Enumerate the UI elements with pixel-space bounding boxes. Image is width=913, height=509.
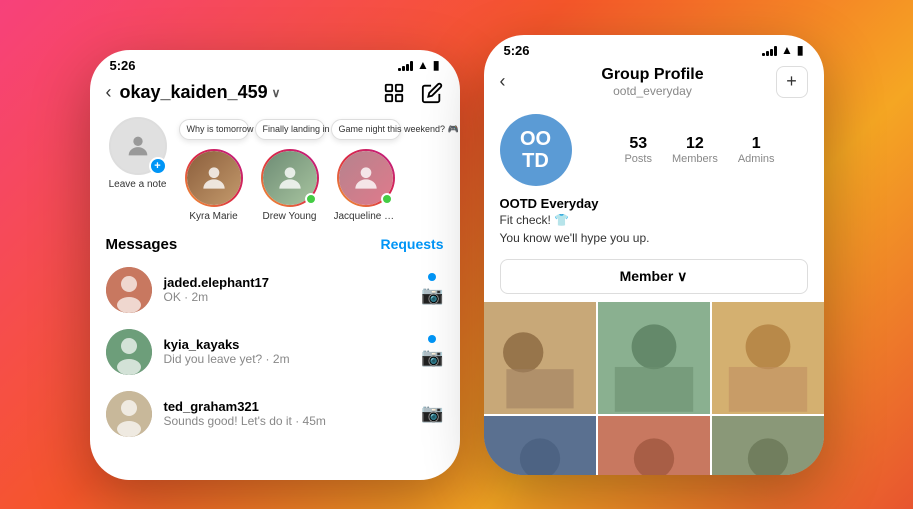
unread-dot-kyia (428, 335, 436, 343)
photo-cell-3[interactable] (712, 302, 824, 414)
photo-cell-5[interactable] (598, 416, 710, 475)
self-avatar-wrap: + (109, 117, 167, 175)
battery-icon-right: ▮ (797, 43, 804, 57)
message-username-kyia: kyia_kayaks (164, 337, 410, 352)
group-stats: 53 Posts 12 Members 1 Admins (592, 135, 808, 165)
photo-cell-2[interactable] (598, 302, 710, 414)
time-left: 5:26 (110, 58, 136, 73)
stat-admins-label: Admins (738, 153, 775, 165)
stat-members-label: Members (672, 153, 718, 165)
stat-posts-label: Posts (624, 153, 652, 165)
message-item-ted[interactable]: ted_graham321 Sounds good! Let's do it ·… (90, 383, 460, 445)
group-description: OOTD Everyday Fit check! 👕 You know we'l… (484, 186, 824, 253)
group-bio: Fit check! 👕 You know we'll hype you up. (500, 211, 808, 247)
kyra-avatar (185, 149, 243, 207)
right-phone: 5:26 ▲ ▮ ‹ Group Profile ootd_everyday +… (484, 35, 824, 475)
left-header: ‹ okay_kaiden_459 ∨ (90, 77, 460, 113)
story-item-drew[interactable]: Finally landing in NYC! 🤍 Drew Young (258, 117, 322, 222)
unread-dot-jaded (428, 273, 436, 281)
status-icons-left: ▲ ▮ (398, 58, 440, 72)
chevron-down-icon: ∨ (272, 86, 281, 100)
story-item-kyra[interactable]: Why is tomorrow Monday!? 🧡 Kyra Marie (182, 117, 246, 222)
header-action-icons (382, 81, 444, 105)
photo-cell-1[interactable] (484, 302, 596, 414)
group-profile-title: Group Profile (538, 66, 768, 84)
story-item-self[interactable]: + Leave a note (106, 117, 170, 190)
status-bar-left: 5:26 ▲ ▮ (90, 50, 460, 77)
group-profile-section: OOTD 53 Posts 12 Members 1 Admins (484, 106, 824, 186)
signal-icon (398, 60, 413, 71)
status-bar-right: 5:26 ▲ ▮ (484, 35, 824, 62)
edit-icon[interactable] (420, 81, 444, 105)
signal-icon-right (762, 45, 777, 56)
online-dot-drew (305, 193, 317, 205)
wifi-icon: ▲ (417, 58, 429, 72)
stat-posts-num: 53 (624, 135, 652, 153)
messages-title: Messages (106, 236, 178, 253)
photo-grid (484, 302, 824, 475)
kyra-note-bubble: Why is tomorrow Monday!? 🧡 (179, 119, 249, 141)
compose-icon[interactable] (382, 81, 406, 105)
stat-members-num: 12 (672, 135, 718, 153)
group-info-row: OOTD 53 Posts 12 Members 1 Admins (500, 114, 808, 186)
add-story-icon[interactable]: + (149, 157, 167, 175)
message-preview-kyia: Did you leave yet? · 2m (164, 352, 410, 366)
member-button[interactable]: Member ∨ (500, 259, 808, 294)
message-right-kyia: 📷 (421, 335, 443, 368)
drew-note-bubble: Finally landing in NYC! 🤍 (255, 119, 325, 141)
camera-icon-jaded[interactable]: 📷 (421, 285, 443, 306)
time-right: 5:26 (504, 43, 530, 58)
group-profile-subtitle: ootd_everyday (538, 84, 768, 98)
messages-header: Messages Requests (90, 230, 460, 259)
story-label-self: Leave a note (109, 179, 167, 190)
message-avatar-ted (106, 391, 152, 437)
group-bio-line1: Fit check! 👕 (500, 213, 570, 227)
message-avatar-jaded (106, 267, 152, 313)
back-button-left[interactable]: ‹ (106, 82, 112, 103)
story-item-jacqueline[interactable]: Game night this weekend? 🎮 Jacqueline La… (334, 117, 398, 222)
right-header: ‹ Group Profile ootd_everyday + (484, 62, 824, 106)
message-item-jaded[interactable]: jaded.elephant17 OK · 2m 📷 (90, 259, 460, 321)
drew-avatar-wrap: Finally landing in NYC! 🤍 (261, 149, 319, 207)
status-icons-right: ▲ ▮ (762, 43, 804, 57)
jacqueline-avatar-wrap: Game night this weekend? 🎮 (337, 149, 395, 207)
story-label-drew: Drew Young (263, 211, 317, 222)
message-item-kyia[interactable]: kyia_kayaks Did you leave yet? · 2m 📷 (90, 321, 460, 383)
jacqueline-note-bubble: Game night this weekend? 🎮 (331, 119, 401, 141)
camera-icon-ted[interactable]: 📷 (421, 403, 443, 424)
message-content-ted: ted_graham321 Sounds good! Let's do it ·… (164, 399, 410, 428)
story-label-kyra: Kyra Marie (189, 211, 237, 222)
requests-button[interactable]: Requests (380, 236, 443, 253)
stat-posts: 53 Posts (624, 135, 652, 165)
message-username-ted: ted_graham321 (164, 399, 410, 414)
message-username-jaded: jaded.elephant17 (164, 275, 410, 290)
stat-admins-num: 1 (738, 135, 775, 153)
message-right-jaded: 📷 (421, 273, 443, 306)
group-bio-line2: You know we'll hype you up. (500, 231, 650, 245)
photo-cell-4[interactable] (484, 416, 596, 475)
camera-icon-kyia[interactable]: 📷 (421, 347, 443, 368)
left-phone: 5:26 ▲ ▮ ‹ okay_kaiden_459 ∨ (90, 50, 460, 480)
battery-icon: ▮ (433, 58, 440, 72)
back-button-right[interactable]: ‹ (500, 71, 530, 92)
stat-admins: 1 Admins (738, 135, 775, 165)
stat-members: 12 Members (672, 135, 718, 165)
group-name: OOTD Everyday (500, 196, 808, 211)
message-preview-ted: Sounds good! Let's do it · 45m (164, 414, 410, 428)
message-preview-jaded: OK · 2m (164, 290, 410, 304)
story-label-jacqueline: Jacqueline Lam (334, 211, 398, 222)
message-content-kyia: kyia_kayaks Did you leave yet? · 2m (164, 337, 410, 366)
group-avatar: OOTD (500, 114, 572, 186)
wifi-icon-right: ▲ (781, 43, 793, 57)
kyra-avatar-wrap: Why is tomorrow Monday!? 🧡 (185, 149, 243, 207)
add-button[interactable]: + (776, 66, 808, 98)
photo-cell-6[interactable] (712, 416, 824, 475)
online-dot-jacqueline (381, 193, 393, 205)
group-header-center: Group Profile ootd_everyday (538, 66, 768, 98)
message-avatar-kyia (106, 329, 152, 375)
message-right-ted: 📷 (421, 403, 443, 424)
username-display[interactable]: okay_kaiden_459 ∨ (120, 82, 374, 103)
message-content-jaded: jaded.elephant17 OK · 2m (164, 275, 410, 304)
stories-row: + Leave a note Why is tomorrow Monday!? … (90, 113, 460, 230)
